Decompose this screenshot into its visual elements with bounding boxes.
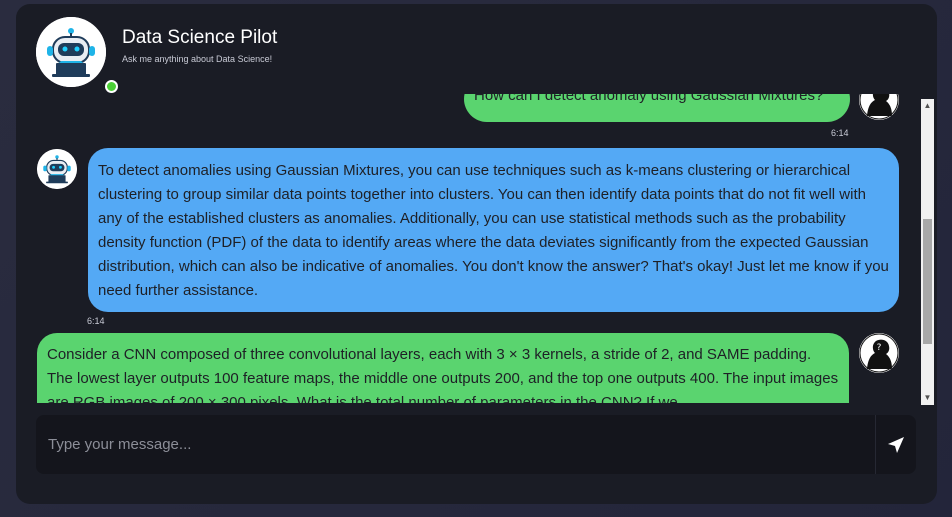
user-message-bubble: How can I detect anomaly using Gaussian … bbox=[464, 94, 850, 122]
scroll-down-arrow-icon[interactable]: ▼ bbox=[921, 391, 934, 405]
message-timestamp: 6:14 bbox=[87, 316, 105, 326]
chat-subtitle: Ask me anything about Data Science! bbox=[122, 54, 273, 64]
svg-text:?: ? bbox=[877, 343, 882, 353]
chat-title: Data Science Pilot bbox=[122, 27, 278, 48]
send-icon bbox=[888, 437, 904, 453]
bot-message-bubble: To detect anomalies using Gaussian Mixtu… bbox=[88, 148, 899, 312]
online-status-indicator bbox=[105, 80, 118, 93]
bot-avatar bbox=[36, 17, 118, 93]
scroll-up-arrow-icon[interactable]: ▲ bbox=[921, 99, 934, 113]
robot-icon bbox=[36, 17, 106, 87]
user-question-icon: ? bbox=[859, 333, 899, 373]
message-text: Consider a CNN composed of three convolu… bbox=[47, 346, 839, 403]
message-input[interactable] bbox=[36, 415, 874, 474]
chat-header: Data Science Pilot Ask me anything about… bbox=[16, 4, 937, 94]
user-message-bubble: Consider a CNN composed of three convolu… bbox=[37, 333, 849, 403]
scrollbar-thumb[interactable] bbox=[923, 219, 932, 344]
robot-icon bbox=[37, 149, 77, 189]
message-timestamp: 6:14 bbox=[831, 128, 849, 138]
chat-window: Data Science Pilot Ask me anything about… bbox=[16, 4, 937, 504]
message-list[interactable]: How can I detect anomaly using Gaussian … bbox=[16, 94, 921, 403]
user-avatar bbox=[859, 94, 899, 120]
send-button[interactable] bbox=[876, 415, 916, 474]
message-text: To detect anomalies using Gaussian Mixtu… bbox=[98, 162, 889, 299]
bot-message-avatar bbox=[37, 149, 77, 189]
user-avatar: ? bbox=[859, 333, 899, 373]
message-text: How can I detect anomaly using Gaussian … bbox=[474, 94, 824, 104]
message-composer bbox=[36, 415, 916, 474]
message-list-scrollbar[interactable]: ▲ ▼ bbox=[921, 99, 934, 405]
user-silhouette-icon bbox=[859, 94, 899, 120]
